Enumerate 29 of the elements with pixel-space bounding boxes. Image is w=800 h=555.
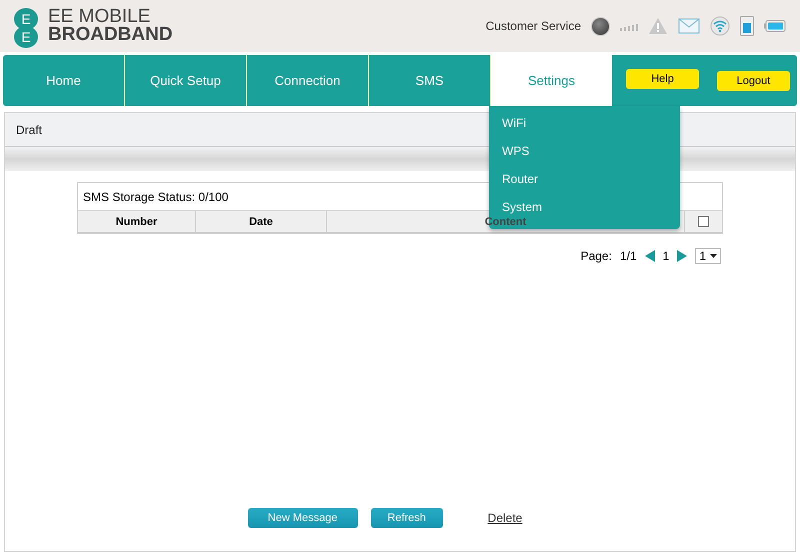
battery-icon [764, 20, 786, 32]
wifi-icon [710, 16, 730, 36]
delete-link[interactable]: Delete [488, 511, 522, 525]
current-page: 1 [662, 249, 670, 263]
help-button[interactable]: Help [626, 68, 699, 88]
nav-tab[interactable]: Connection [247, 55, 369, 106]
logout-button[interactable]: Logout [717, 70, 790, 90]
brand-name: EE MOBILE [48, 8, 150, 26]
new-message-button[interactable]: New Message [248, 508, 358, 528]
caret-icon [710, 254, 717, 258]
next-page-icon[interactable] [677, 250, 688, 262]
column-header: Date [196, 211, 327, 232]
nav-tab[interactable]: Home [3, 55, 125, 106]
page-select[interactable]: 1 [695, 248, 721, 264]
refresh-button[interactable]: Refresh [370, 508, 443, 528]
mail-icon [678, 18, 700, 34]
status-dot-icon [591, 16, 610, 36]
nav-tab[interactable]: Quick Setup [125, 55, 247, 106]
warning-icon [648, 17, 668, 35]
select-all-checkbox[interactable] [698, 216, 709, 227]
customer-service-link[interactable]: Customer Service [486, 19, 581, 33]
brand-name: BROADBAND [48, 26, 173, 44]
column-header: Number [78, 211, 196, 232]
nav-tab[interactable]: Settings [491, 55, 612, 106]
sim-card-icon [740, 16, 754, 36]
previous-page-icon[interactable] [644, 250, 655, 262]
page-label: Page: [580, 249, 612, 263]
page-count: 1/1 [620, 249, 637, 263]
signal-bars-icon [620, 21, 638, 31]
